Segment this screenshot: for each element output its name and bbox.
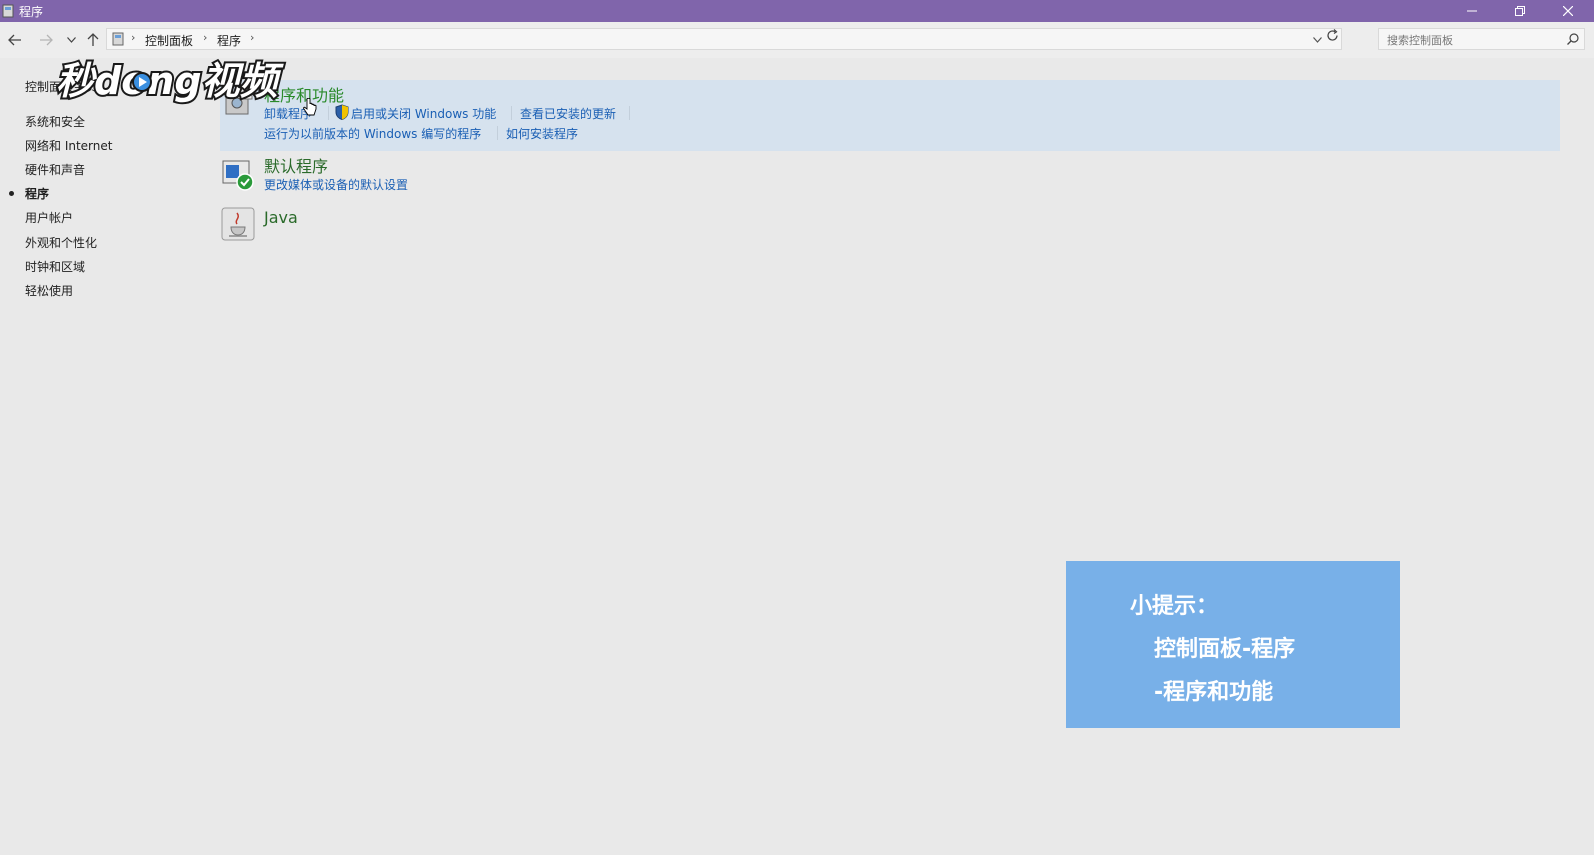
default-programs-title[interactable]: 默认程序 <box>264 153 328 177</box>
search-icon[interactable] <box>1566 32 1580 46</box>
minimize-button[interactable] <box>1449 0 1495 22</box>
sidebar-item-programs[interactable]: 程序 <box>25 185 49 202</box>
minimize-icon <box>1467 10 1477 12</box>
control-panel-icon <box>2 4 14 18</box>
breadcrumb-chevron-icon: › <box>131 31 136 44</box>
sidebar-item-hardware-sound[interactable]: 硬件和声音 <box>25 161 85 178</box>
compatibility-link[interactable]: 运行为以前版本的 Windows 编写的程序 <box>264 125 481 142</box>
back-button[interactable] <box>6 31 24 49</box>
address-dropdown-button[interactable] <box>1313 32 1322 46</box>
tip-box: 小提示： 控制面板-程序 -程序和功能 <box>1066 561 1400 728</box>
address-bar[interactable]: › 控制面板 › 程序 › <box>106 28 1342 50</box>
main-content: 程序和功能 卸载程序 启用或关闭 Windows 功能 查看已安装的更新 运行为… <box>220 58 1594 855</box>
title-bar: 程序 <box>0 0 1594 22</box>
hand-cursor-icon <box>303 98 317 116</box>
breadcrumb-control-panel[interactable]: 控制面板 <box>145 32 193 49</box>
restore-icon <box>1515 6 1525 16</box>
default-programs-icon <box>222 160 254 191</box>
forward-button[interactable] <box>37 31 55 49</box>
sidebar-item-network[interactable]: 网络和 Internet <box>25 137 112 154</box>
sidebar-item-clock-region[interactable]: 时钟和区域 <box>25 258 85 275</box>
refresh-button[interactable] <box>1326 29 1339 45</box>
tip-line: -程序和功能 <box>1154 680 1274 705</box>
tip-line: 控制面板-程序 <box>1154 637 1296 662</box>
restore-button[interactable] <box>1497 0 1543 22</box>
tip-heading: 小提示： <box>1130 594 1219 619</box>
sidebar-item-appearance[interactable]: 外观和个性化 <box>25 234 97 251</box>
sidebar: 控制面板主页 系统和安全 网络和 Internet 硬件和声音 程序 用户帐户 … <box>0 58 215 855</box>
link-separator <box>629 106 630 120</box>
chevron-down-icon <box>66 37 76 43</box>
arrow-left-icon <box>8 34 21 46</box>
svg-text:秒dong视频: 秒dong视频 <box>56 59 285 103</box>
media-device-defaults-link[interactable]: 更改媒体或设备的默认设置 <box>264 176 408 193</box>
sidebar-item-system-security[interactable]: 系统和安全 <box>25 113 85 130</box>
up-button[interactable] <box>84 31 102 49</box>
windows-features-link[interactable]: 启用或关闭 Windows 功能 <box>351 105 496 122</box>
java-icon <box>221 207 255 241</box>
watermark-logo: 秒dong视频 <box>56 57 287 105</box>
close-icon <box>1563 6 1573 16</box>
refresh-icon <box>1327 29 1338 41</box>
current-item-bullet-icon <box>9 191 14 196</box>
recent-locations-button[interactable] <box>62 31 80 49</box>
arrow-right-icon <box>40 34 53 46</box>
sidebar-item-ease-of-access[interactable]: 轻松使用 <box>25 282 73 299</box>
link-separator <box>511 106 512 120</box>
how-to-install-link[interactable]: 如何安装程序 <box>506 125 578 142</box>
control-panel-icon <box>112 32 124 46</box>
window-title: 程序 <box>19 5 44 19</box>
installed-updates-link[interactable]: 查看已安装的更新 <box>520 105 616 122</box>
arrow-up-icon <box>87 33 99 46</box>
link-separator <box>497 126 498 140</box>
breadcrumb-chevron-icon: › <box>203 31 208 44</box>
breadcrumb-programs[interactable]: 程序 <box>217 32 241 49</box>
close-button[interactable] <box>1545 0 1591 22</box>
breadcrumb-chevron-icon: › <box>250 31 255 44</box>
search-input[interactable] <box>1385 31 1559 49</box>
java-title[interactable]: Java <box>264 208 298 227</box>
search-box[interactable] <box>1378 28 1585 50</box>
chevron-down-icon <box>1313 37 1322 43</box>
sidebar-item-user-accounts[interactable]: 用户帐户 <box>25 209 73 226</box>
uac-shield-icon <box>335 104 349 120</box>
link-separator <box>328 106 329 120</box>
